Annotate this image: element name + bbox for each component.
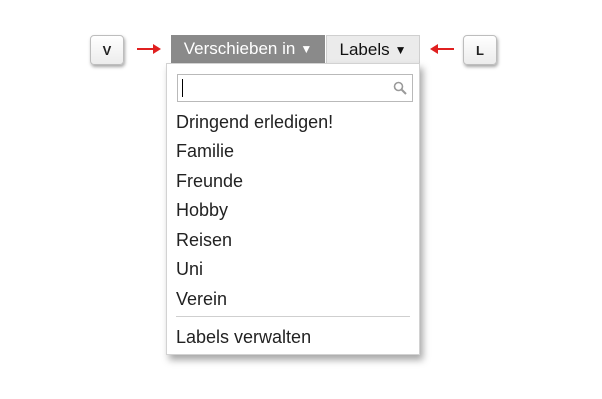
label-item[interactable]: Dringend erledigen! <box>176 109 333 135</box>
text-cursor <box>182 79 183 97</box>
chevron-down-icon: ▼ <box>394 42 407 57</box>
keyboard-key-v: V <box>90 35 124 65</box>
labels-label: Labels <box>339 39 390 59</box>
menu-divider <box>176 316 410 317</box>
move-to-label: Verschieben in <box>183 39 296 58</box>
label-search-input[interactable] <box>177 74 413 102</box>
manage-labels-item[interactable]: Labels verwalten <box>176 324 311 350</box>
chevron-down-icon: ▼ <box>300 42 313 56</box>
label-item[interactable]: Verein <box>176 286 227 312</box>
search-icon <box>393 81 407 95</box>
label-item[interactable]: Familie <box>176 138 234 164</box>
label-item[interactable]: Hobby <box>176 197 228 223</box>
label-item[interactable]: Reisen <box>176 227 232 253</box>
arrow-right-icon <box>137 44 161 54</box>
keyboard-key-l: L <box>463 35 497 65</box>
label-item[interactable]: Freunde <box>176 168 243 194</box>
move-to-button[interactable]: Verschieben in ▼ <box>171 35 325 63</box>
arrow-left-icon <box>430 44 454 54</box>
labels-dropdown-menu: Dringend erledigen! Familie Freunde Hobb… <box>166 63 420 355</box>
labels-button[interactable]: Labels ▼ <box>326 35 420 63</box>
label-item[interactable]: Uni <box>176 256 203 282</box>
